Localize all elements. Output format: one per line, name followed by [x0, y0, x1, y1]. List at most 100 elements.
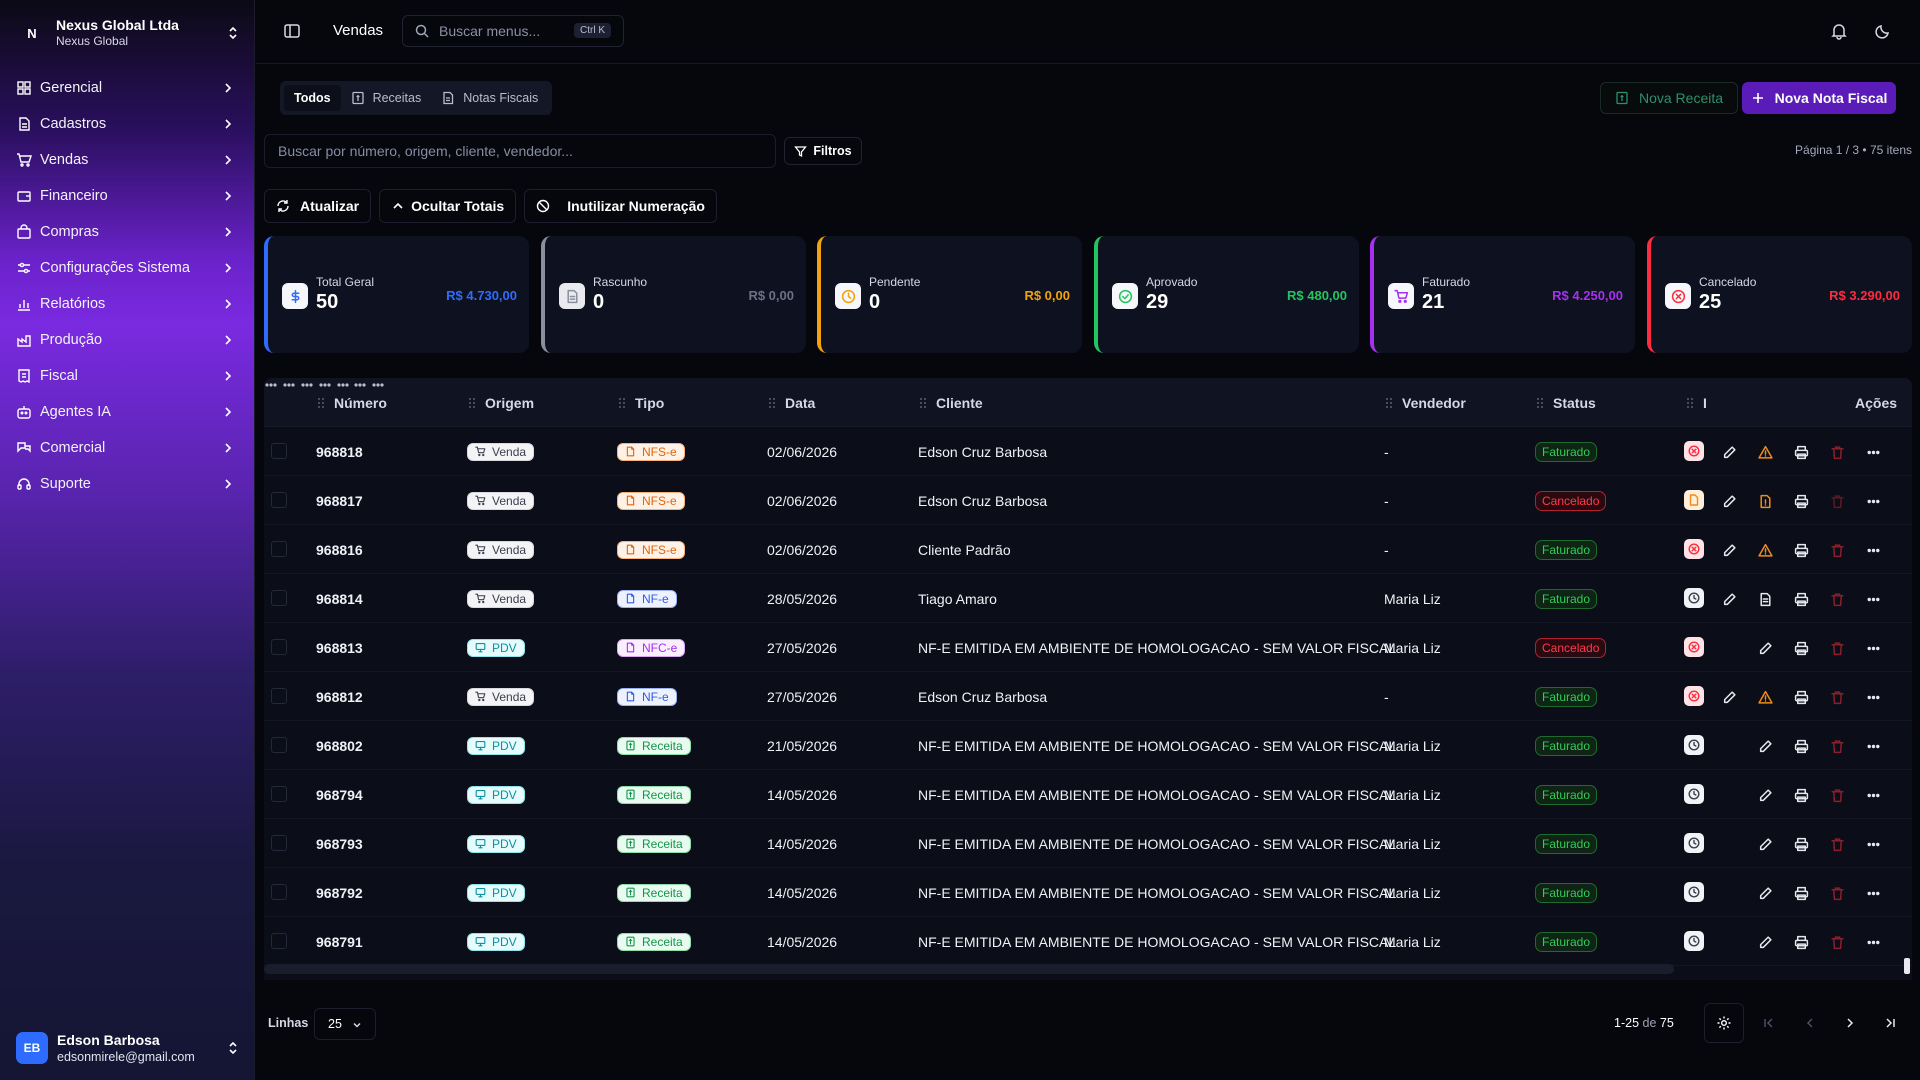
trash-icon[interactable]: [1828, 443, 1846, 461]
trash-icon[interactable]: [1828, 492, 1846, 510]
horizontal-scrollbar[interactable]: [264, 964, 1674, 974]
sidebar-item-compras[interactable]: Compras: [0, 214, 255, 250]
first-page-icon[interactable]: [1760, 1014, 1778, 1032]
file-warning-icon[interactable]: [1756, 492, 1774, 510]
sidebar-item-suporte[interactable]: Suporte: [0, 466, 255, 502]
trash-icon[interactable]: [1828, 884, 1846, 902]
row-checkbox[interactable]: [271, 884, 287, 900]
table-row[interactable]: 968792 PDV Receita 14/05/2026 NF-E EMITID…: [264, 868, 1912, 917]
nfe-status-indicator[interactable]: [1684, 833, 1704, 853]
edit-icon[interactable]: [1720, 688, 1738, 706]
printer-icon[interactable]: [1792, 688, 1810, 706]
drag-handle-icon[interactable]: [1685, 396, 1695, 410]
drag-handle-icon[interactable]: [467, 396, 477, 410]
column-header-cliente[interactable]: Cliente: [918, 378, 983, 427]
column-header-status[interactable]: Status: [1535, 378, 1596, 427]
pencil-icon[interactable]: [1756, 933, 1774, 951]
menu-search-input[interactable]: Buscar menus... Ctrl K: [402, 15, 624, 47]
trash-icon[interactable]: [1828, 688, 1846, 706]
more-actions-icon[interactable]: [1864, 639, 1882, 657]
rows-per-page-select[interactable]: 25: [314, 1008, 376, 1040]
edit-icon[interactable]: [1720, 590, 1738, 608]
sidebar-item-configuracoes[interactable]: Configurações Sistema: [0, 250, 255, 286]
sidebar-item-relatorios[interactable]: Relatórios: [0, 286, 255, 322]
column-header-vendedor[interactable]: Vendedor: [1384, 378, 1466, 427]
warning-icon[interactable]: [1756, 443, 1774, 461]
nova-nota-fiscal-button[interactable]: Nova Nota Fiscal: [1742, 82, 1896, 114]
nfe-status-indicator[interactable]: [1684, 637, 1704, 657]
table-settings-button[interactable]: [1704, 1003, 1744, 1043]
trash-icon[interactable]: [1828, 933, 1846, 951]
column-header-data[interactable]: Data: [767, 378, 815, 427]
drag-handle-icon[interactable]: [767, 396, 777, 410]
more-actions-icon[interactable]: [1864, 688, 1882, 706]
printer-icon[interactable]: [1792, 590, 1810, 608]
table-row[interactable]: 968814 Venda NF-e 28/05/2026 Tiago Amaro M…: [264, 574, 1912, 623]
sidebar-item-comercial[interactable]: Comercial: [0, 430, 255, 466]
more-actions-icon[interactable]: [1864, 541, 1882, 559]
printer-icon[interactable]: [1792, 933, 1810, 951]
row-checkbox[interactable]: [271, 933, 287, 949]
nfe-status-indicator[interactable]: [1684, 931, 1704, 951]
next-page-icon[interactable]: [1841, 1014, 1859, 1032]
moon-icon[interactable]: [1874, 22, 1892, 40]
table-row[interactable]: 968791 PDV Receita 14/05/2026 NF-E EMITID…: [264, 917, 1912, 966]
row-checkbox[interactable]: [271, 443, 287, 459]
more-actions-icon[interactable]: [1864, 933, 1882, 951]
trash-icon[interactable]: [1828, 737, 1846, 755]
drag-handle-icon[interactable]: [617, 396, 627, 410]
drag-handle-icon[interactable]: [1535, 396, 1545, 410]
tab-todos[interactable]: Todos: [284, 85, 341, 111]
edit-icon[interactable]: [1720, 492, 1738, 510]
sidebar-toggle-icon[interactable]: [283, 22, 301, 40]
more-actions-icon[interactable]: [1864, 737, 1882, 755]
drag-handle-icon[interactable]: [918, 396, 928, 410]
row-checkbox[interactable]: [271, 590, 287, 606]
more-actions-icon[interactable]: [1864, 884, 1882, 902]
pencil-icon[interactable]: [1756, 786, 1774, 804]
org-switcher[interactable]: N Nexus Global Ltda Nexus Global: [16, 14, 241, 52]
column-header-origem[interactable]: Origem: [467, 378, 534, 427]
warning-icon[interactable]: [1756, 688, 1774, 706]
sidebar-item-fiscal[interactable]: Fiscal: [0, 358, 255, 394]
pencil-icon[interactable]: [1756, 639, 1774, 657]
trash-icon[interactable]: [1828, 590, 1846, 608]
printer-icon[interactable]: [1792, 443, 1810, 461]
column-header-numero[interactable]: Número: [316, 378, 387, 427]
sidebar-item-vendas[interactable]: Vendas: [0, 142, 255, 178]
warning-icon[interactable]: [1756, 541, 1774, 559]
printer-icon[interactable]: [1792, 786, 1810, 804]
sidebar-item-financeiro[interactable]: Financeiro: [0, 178, 255, 214]
previous-page-icon[interactable]: [1801, 1014, 1819, 1032]
table-row[interactable]: 968802 PDV Receita 21/05/2026 NF-E EMITID…: [264, 721, 1912, 770]
column-menu-icon[interactable]: [264, 379, 278, 395]
trash-icon[interactable]: [1828, 639, 1846, 657]
trash-icon[interactable]: [1828, 786, 1846, 804]
hide-totals-button[interactable]: Ocultar Totais: [379, 189, 517, 223]
nfe-status-indicator[interactable]: [1684, 490, 1704, 510]
sidebar-item-gerencial[interactable]: Gerencial: [0, 70, 255, 106]
printer-icon[interactable]: [1792, 884, 1810, 902]
trash-icon[interactable]: [1828, 541, 1846, 559]
table-row[interactable]: 968812 Venda NF-e 27/05/2026 Edson Cruz B…: [264, 672, 1912, 721]
table-row[interactable]: 968813 PDV NFC-e 27/05/2026 NF-E EMITIDA …: [264, 623, 1912, 672]
printer-icon[interactable]: [1792, 541, 1810, 559]
table-row[interactable]: 968817 Venda NFS-e 02/06/2026 Edson Cruz …: [264, 476, 1912, 525]
table-row[interactable]: 968818 Venda NFS-e 02/06/2026 Edson Cruz …: [264, 427, 1912, 476]
printer-icon[interactable]: [1792, 639, 1810, 657]
table-row[interactable]: 968816 Venda NFS-e 02/06/2026 Cliente Pad…: [264, 525, 1912, 574]
column-menu-icon[interactable]: [282, 379, 296, 395]
column-header-i[interactable]: I: [1685, 378, 1707, 427]
sidebar-item-producao[interactable]: Produção: [0, 322, 255, 358]
pencil-icon[interactable]: [1756, 835, 1774, 853]
trash-icon[interactable]: [1828, 835, 1846, 853]
nfe-status-indicator[interactable]: [1684, 735, 1704, 755]
more-actions-icon[interactable]: [1864, 835, 1882, 853]
bell-icon[interactable]: [1830, 22, 1848, 40]
printer-icon[interactable]: [1792, 835, 1810, 853]
inutilizar-numeracao-button[interactable]: Inutilizar Numeração: [524, 189, 717, 223]
more-actions-icon[interactable]: [1864, 492, 1882, 510]
edit-icon[interactable]: [1720, 443, 1738, 461]
tab-receitas[interactable]: Receitas: [341, 85, 432, 111]
nfe-status-indicator[interactable]: [1684, 882, 1704, 902]
